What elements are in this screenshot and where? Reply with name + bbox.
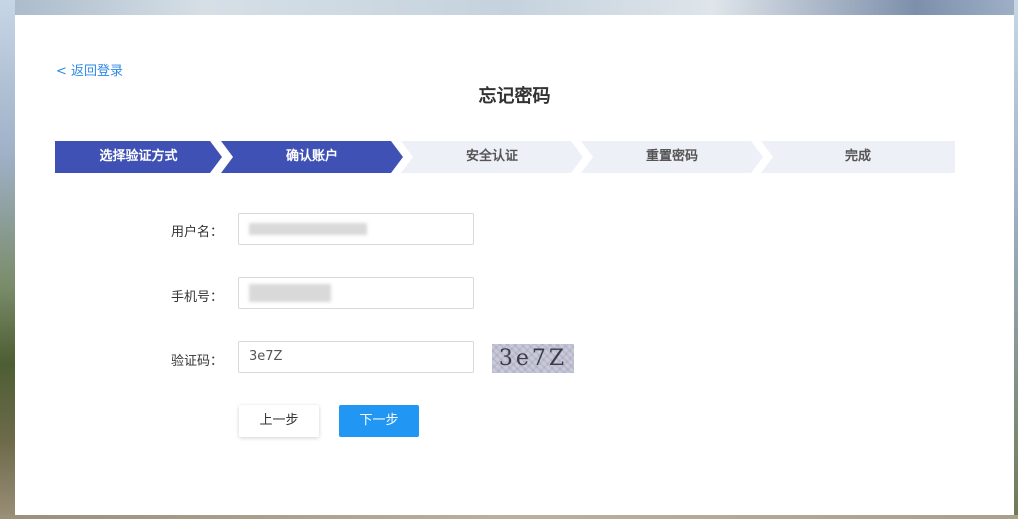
step-label: 完成 — [844, 149, 871, 164]
next-step-button[interactable]: 下一步 — [339, 405, 419, 437]
background-scenery-right — [1014, 0, 1018, 519]
background-scenery-left — [0, 0, 15, 519]
previous-step-button[interactable]: 上一步 — [239, 405, 319, 437]
step-label: 确认账户 — [285, 149, 338, 164]
username-label: 用户名： — [170, 225, 223, 240]
step-reset-password: 重置密码 — [581, 141, 763, 173]
captcha-input[interactable]: 3e7Z — [238, 341, 474, 373]
background-scenery-top — [0, 0, 1018, 15]
step-label: 选择验证方式 — [99, 149, 178, 164]
step-label: 安全认证 — [465, 149, 518, 164]
captcha-image[interactable]: 3e7Z — [492, 344, 574, 373]
page-title: 忘记密码 — [478, 86, 551, 107]
forgot-password-card: < 返回登录 忘记密码 选择验证方式 确认账户 安全认证 重置密码 完成 用户名… — [15, 15, 1014, 515]
step-label: 重置密码 — [645, 149, 698, 164]
captcha-label: 验证码： — [170, 354, 223, 369]
step-complete: 完成 — [761, 141, 955, 173]
background-scenery-bottom — [0, 515, 1018, 519]
phone-field[interactable] — [238, 277, 474, 309]
phone-label: 手机号： — [170, 290, 223, 305]
redacted-phone — [249, 284, 331, 302]
step-security-auth: 安全认证 — [401, 141, 583, 173]
step-confirm-account: 确认账户 — [221, 141, 403, 173]
username-field[interactable] — [238, 213, 474, 245]
redacted-username — [249, 223, 367, 235]
back-to-login-link[interactable]: < 返回登录 — [56, 60, 123, 79]
step-select-verification: 选择验证方式 — [55, 141, 222, 173]
progress-steps: 选择验证方式 确认账户 安全认证 重置密码 完成 — [55, 141, 955, 173]
